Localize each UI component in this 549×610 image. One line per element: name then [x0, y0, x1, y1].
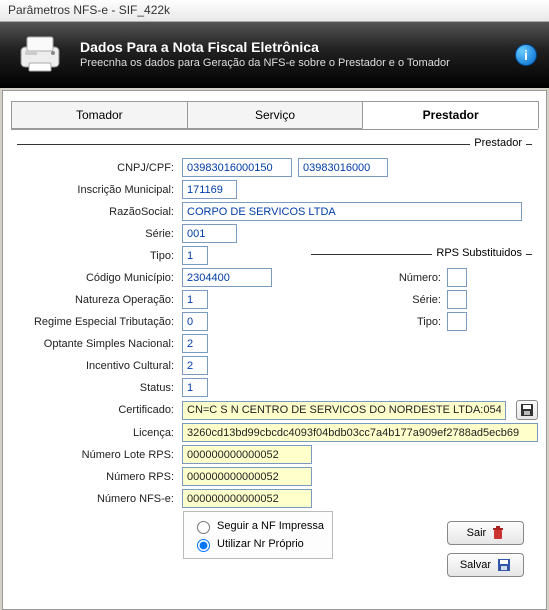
label-licenca: Licença:	[11, 427, 176, 439]
fieldset-rps: RPS Substituidos	[311, 254, 532, 266]
input-serie[interactable]	[182, 224, 237, 243]
label-incentivo: Incentivo Cultural:	[11, 360, 176, 372]
label-num-rps: Número RPS:	[11, 471, 176, 483]
input-rps-serie[interactable]	[447, 290, 467, 309]
label-rps-numero: Número:	[321, 272, 441, 284]
label-razao: RazãoSocial:	[11, 206, 176, 218]
label-lote-rps: Número Lote RPS:	[11, 449, 176, 461]
input-razao[interactable]	[182, 202, 522, 221]
legend-prestador: Prestador	[470, 137, 526, 149]
radio-seguir-nf-label: Seguir a NF Impressa	[217, 520, 324, 532]
label-tipo: Tipo:	[11, 250, 176, 262]
input-tipo[interactable]	[182, 246, 208, 265]
label-num-nfse: Número NFS-e:	[11, 493, 176, 505]
save-button-label: Salvar	[460, 559, 491, 571]
label-cnpj: CNPJ/CPF:	[11, 162, 176, 174]
label-regime: Regime Especial Tributação:	[11, 316, 176, 328]
header-subtitle: Preecnha os dados para Geração da NFS-e …	[80, 57, 450, 69]
tab-prestador[interactable]: Prestador	[362, 101, 539, 129]
input-lote-rps[interactable]	[182, 445, 312, 464]
printer-icon	[14, 32, 66, 76]
header-title: Dados Para a Nota Fiscal Eletrônica	[80, 39, 450, 55]
input-cnpj-full[interactable]	[182, 158, 292, 177]
radio-utilizar-proprio-input[interactable]	[197, 539, 210, 552]
input-optante[interactable]	[182, 334, 208, 353]
input-regime[interactable]	[182, 312, 208, 331]
input-cnpj-short[interactable]	[298, 158, 388, 177]
tab-servico[interactable]: Serviço	[187, 101, 364, 129]
label-rps-tipo: Tipo:	[321, 316, 441, 328]
radio-utilizar-proprio[interactable]: Utilizar Nr Próprio	[192, 536, 324, 552]
input-incentivo[interactable]	[182, 356, 208, 375]
input-rps-numero[interactable]	[447, 268, 467, 287]
radio-group-number-mode: Seguir a NF Impressa Utilizar Nr Próprio	[183, 511, 333, 559]
input-natureza[interactable]	[182, 290, 208, 309]
tab-bar: Tomador Serviço Prestador	[11, 101, 538, 130]
trash-icon	[492, 526, 504, 540]
label-serie: Série:	[11, 228, 176, 240]
radio-seguir-nf-input[interactable]	[197, 521, 210, 534]
info-button[interactable]: i	[515, 44, 537, 66]
input-licenca[interactable]	[182, 423, 538, 442]
save-cert-button[interactable]	[516, 400, 538, 420]
label-codigo-mun: Código Município:	[11, 272, 176, 284]
input-status[interactable]	[182, 378, 208, 397]
input-inscricao[interactable]	[182, 180, 237, 199]
input-rps-tipo[interactable]	[447, 312, 467, 331]
exit-button-label: Sair	[467, 527, 487, 539]
window-title: Parâmetros NFS-e - SIF_422k	[8, 3, 170, 17]
label-rps-serie: Série:	[321, 294, 441, 306]
tab-tomador[interactable]: Tomador	[11, 101, 188, 129]
label-status: Status:	[11, 382, 176, 394]
label-inscricao: Inscrição Municipal:	[11, 184, 176, 196]
window-titlebar: Parâmetros NFS-e - SIF_422k	[0, 0, 549, 22]
input-certificado[interactable]	[182, 401, 506, 420]
radio-seguir-nf[interactable]: Seguir a NF Impressa	[192, 518, 324, 534]
label-natureza: Natureza Operação:	[11, 294, 176, 306]
label-optante: Optante Simples Nacional:	[11, 338, 176, 350]
label-certificado: Certificado:	[11, 404, 176, 416]
save-button[interactable]: Salvar	[447, 553, 524, 577]
input-codigo-mun[interactable]	[182, 268, 272, 287]
input-num-rps[interactable]	[182, 467, 312, 486]
exit-button[interactable]: Sair	[447, 521, 524, 545]
header: Dados Para a Nota Fiscal Eletrônica Pree…	[0, 22, 549, 88]
main-content: Tomador Serviço Prestador Prestador CNPJ…	[2, 90, 547, 610]
floppy-icon	[520, 403, 534, 417]
input-num-nfse[interactable]	[182, 489, 312, 508]
floppy-icon	[497, 558, 511, 572]
radio-utilizar-proprio-label: Utilizar Nr Próprio	[217, 538, 304, 550]
fieldset-prestador: Prestador	[17, 144, 532, 156]
legend-rps: RPS Substituidos	[432, 247, 526, 259]
